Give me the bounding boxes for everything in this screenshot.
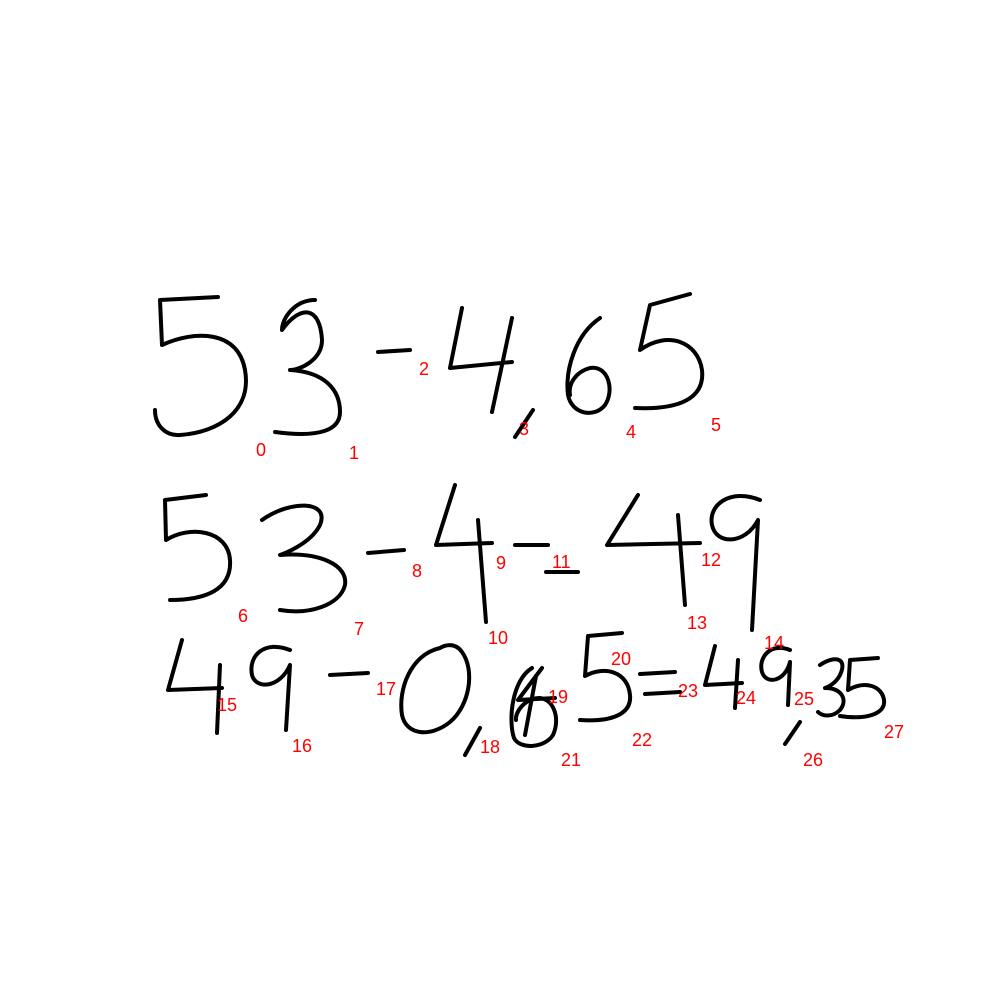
stroke-8 bbox=[366, 548, 406, 555]
stroke-label: 23 bbox=[678, 681, 698, 701]
stroke-label: 16 bbox=[292, 736, 312, 756]
stroke-label: 15 bbox=[217, 695, 237, 715]
stroke-label: 26 bbox=[803, 750, 823, 770]
stroke-12 bbox=[605, 493, 702, 547]
stroke-label: 18 bbox=[480, 737, 500, 757]
stroke-10 bbox=[476, 518, 488, 624]
stroke-18 bbox=[399, 643, 472, 735]
stroke-label: 7 bbox=[354, 619, 364, 639]
stroke-25 bbox=[759, 646, 792, 707]
stroke-7 bbox=[260, 503, 348, 614]
stroke-label: 19 bbox=[548, 687, 568, 707]
stroke-label: 17 bbox=[376, 679, 396, 699]
stroke-5 bbox=[633, 292, 705, 411]
stroke-label: 21 bbox=[561, 750, 581, 770]
stroke-0 bbox=[153, 295, 248, 438]
stroke-label: 9 bbox=[496, 553, 506, 573]
stroke-18-comma bbox=[463, 726, 482, 757]
stroke-label: 13 bbox=[687, 613, 707, 633]
stroke-label: 1 bbox=[349, 443, 359, 463]
stroke-23 bbox=[638, 670, 682, 696]
handwritten-ink bbox=[153, 292, 887, 757]
stroke-15a bbox=[166, 638, 224, 692]
stroke-label: 12 bbox=[701, 550, 721, 570]
stroke-17 bbox=[328, 671, 370, 677]
stroke-27-three bbox=[816, 657, 846, 718]
stroke-20 bbox=[578, 631, 633, 723]
stroke-label: 0 bbox=[256, 440, 266, 460]
stroke-label: 22 bbox=[632, 730, 652, 750]
stroke-label: 5 bbox=[711, 415, 721, 435]
stroke-label: 10 bbox=[488, 628, 508, 648]
stroke-9 bbox=[434, 483, 494, 547]
stroke-label: 27 bbox=[884, 722, 904, 742]
stroke-4 bbox=[565, 316, 612, 415]
stroke-label: 24 bbox=[736, 688, 756, 708]
stroke-labels: 0 123 4 5678 91011 121314151617181920212223 24… bbox=[217, 359, 904, 770]
stroke-1 bbox=[273, 298, 342, 436]
handwriting-canvas: 0 123 4 5678 91011 121314151617181920212223 24… bbox=[153, 292, 904, 770]
stroke-label: 6 bbox=[238, 606, 248, 626]
stroke-13 bbox=[676, 513, 687, 607]
stroke-label: 25 bbox=[794, 689, 814, 709]
stroke-label: 14 bbox=[764, 633, 784, 653]
stroke-2 bbox=[376, 348, 412, 354]
stroke-27-five bbox=[838, 656, 887, 720]
stroke-label: 11 bbox=[552, 552, 571, 572]
stroke-label: 2 bbox=[419, 359, 429, 379]
stroke-label: 20 bbox=[611, 649, 631, 669]
stroke-16 bbox=[249, 644, 292, 732]
stroke-6 bbox=[163, 493, 233, 602]
stroke-label: 4 bbox=[626, 422, 636, 442]
stroke-label: 3 bbox=[519, 419, 529, 439]
stroke-26 bbox=[783, 720, 802, 746]
stroke-label: 8 bbox=[412, 561, 422, 581]
